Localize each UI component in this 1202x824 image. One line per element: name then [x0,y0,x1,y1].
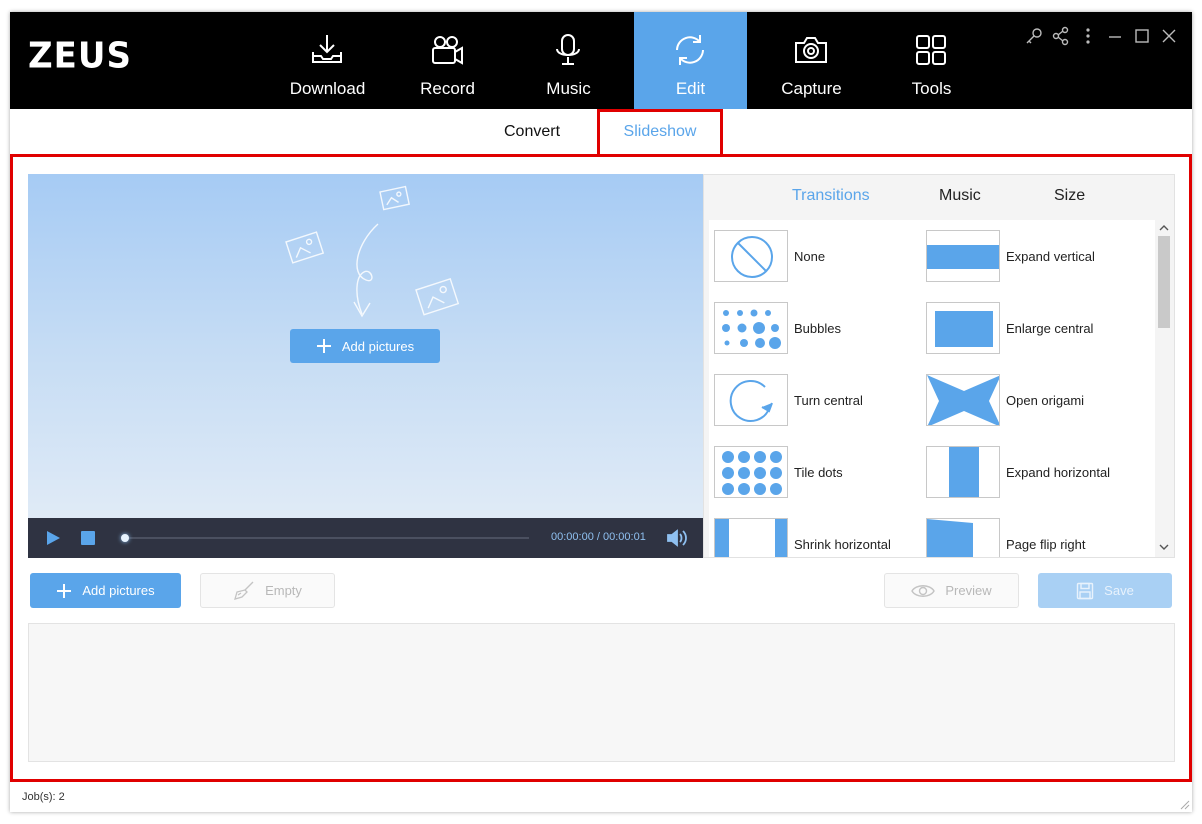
top-bar: ZEUS Download Record Music Edit Capture … [10,12,1192,109]
slideshow-panel: Add pictures 00:00:00 / 00:00:01 Transit… [10,154,1192,782]
nav-capture[interactable]: Capture [755,12,868,109]
maximize-icon[interactable] [1131,25,1153,47]
bubbles-icon [714,302,788,354]
save-label: Save [1104,583,1134,598]
camera-icon [795,37,827,63]
resize-grip-icon[interactable] [1178,798,1190,810]
transition-tile-dots[interactable]: Tile dots [709,446,919,500]
stop-icon[interactable] [81,531,95,545]
transition-expand-horizontal[interactable]: Expand horizontal [921,446,1131,500]
jobs-count: Job(s): 2 [22,791,65,803]
options-panel: Transitions Music Size None Expand verti… [703,174,1175,558]
scroll-down-icon[interactable] [1159,543,1169,551]
transition-name: Expand horizontal [1006,465,1111,480]
open-origami-icon [926,374,1000,426]
microphone-icon [556,34,580,65]
tab-music[interactable]: Music [939,187,981,205]
turn-central-icon [714,374,788,426]
volume-icon[interactable] [666,528,690,548]
none-transition-icon [714,230,788,282]
transition-name: None [794,249,826,264]
key-icon[interactable] [1023,25,1045,47]
seek-handle[interactable] [121,534,129,542]
transition-shrink-horizontal[interactable]: Shrink horizontal [709,518,919,557]
plus-icon [316,339,331,353]
enlarge-central-icon [926,302,1000,354]
pictures-illustration-icon [285,185,460,318]
transitions-scrollbar[interactable] [1155,220,1173,557]
nav-edit[interactable]: Edit [634,12,747,109]
expand-vertical-icon [926,230,1000,282]
shrink-horizontal-icon [714,518,788,557]
add-pictures-center-label: Add pictures [341,338,415,354]
nav-download[interactable]: Download [271,12,384,109]
preview-label: Preview [945,583,992,598]
add-pictures-label: Add pictures [82,583,155,598]
transitions-list: None Expand vertical Bubbles Enlarge cen… [709,220,1155,557]
scroll-thumb[interactable] [1158,236,1170,328]
play-icon[interactable] [45,530,61,546]
add-pictures-button[interactable]: Add pictures [30,573,181,608]
playback-time: 00:00:00 / 00:00:01 [551,531,646,543]
app-logo: ZEUS [28,35,132,77]
tools-grid-icon [916,35,946,65]
download-icon [312,35,342,63]
add-pictures-center-button[interactable]: Add pictures [290,329,440,363]
plus-icon [57,583,72,598]
slideshow-job-list[interactable] [28,623,1175,762]
transition-turn-central[interactable]: Turn central [709,374,919,428]
tab-transitions[interactable]: Transitions [792,187,870,205]
transition-name: Bubbles [794,321,841,336]
transition-bubbles[interactable]: Bubbles [709,302,919,356]
more-icon[interactable] [1077,25,1099,47]
transition-name: Shrink horizontal [794,537,891,552]
transition-name: Turn central [794,393,863,408]
transition-none[interactable]: None [709,230,919,284]
nav-tools-label: Tools [911,79,952,98]
expand-horizontal-icon [926,446,1000,498]
save-button[interactable]: Save [1038,573,1172,608]
nav-music-label: Music [546,79,591,98]
empty-button[interactable]: Empty [200,573,335,608]
transition-name: Enlarge central [1006,321,1094,336]
transition-name: Expand vertical [1006,249,1095,264]
page-flip-right-icon [926,518,1000,557]
status-bar: Job(s): 2 [10,782,1192,812]
seek-track[interactable] [123,537,529,539]
transition-open-origami[interactable]: Open origami [921,374,1131,428]
eye-icon [911,584,936,597]
nav-music[interactable]: Music [512,12,625,109]
transition-enlarge-central[interactable]: Enlarge central [921,302,1131,356]
app-window: ZEUS Download Record Music Edit Capture … [10,12,1192,812]
nav-edit-label: Edit [675,79,706,98]
tab-slideshow[interactable]: Slideshow [597,109,723,158]
close-icon[interactable] [1158,25,1180,47]
nav-download-label: Download [289,79,366,98]
tile-dots-icon [714,446,788,498]
broom-icon [234,581,254,600]
tab-size[interactable]: Size [1054,187,1085,205]
transition-name: Open origami [1006,393,1085,408]
transition-expand-vertical[interactable]: Expand vertical [921,230,1131,284]
share-icon[interactable] [1050,25,1072,47]
empty-label: Empty [265,583,302,598]
sub-tabs: Convert Slideshow [10,109,1192,158]
nav-tools[interactable]: Tools [875,12,988,109]
video-camera-icon [432,36,463,65]
save-icon [1076,582,1094,599]
tab-convert[interactable]: Convert [478,109,586,155]
nav-record-label: Record [420,79,475,98]
refresh-icon [676,35,704,65]
transition-name: Page flip right [1006,537,1086,552]
preview-area: Add pictures [28,174,703,558]
player-bar: 00:00:00 / 00:00:01 [28,518,703,558]
transition-page-flip-right[interactable]: Page flip right [921,518,1131,557]
transition-name: Tile dots [794,465,843,480]
minimize-icon[interactable] [1104,25,1126,47]
nav-capture-label: Capture [781,79,842,98]
scroll-up-icon[interactable] [1159,224,1169,232]
preview-button[interactable]: Preview [884,573,1019,608]
nav-record[interactable]: Record [391,12,504,109]
